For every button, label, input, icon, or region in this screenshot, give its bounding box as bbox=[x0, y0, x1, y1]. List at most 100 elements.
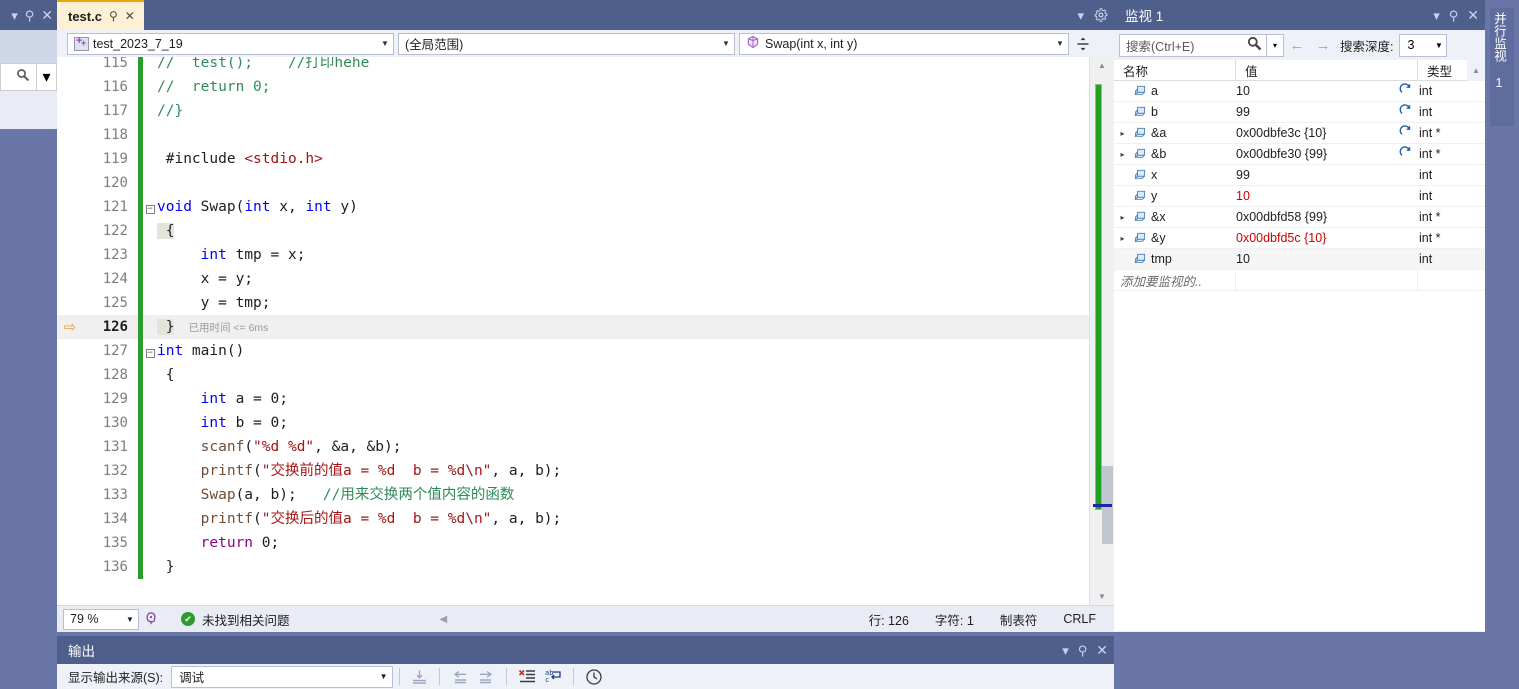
change-bar bbox=[138, 267, 143, 291]
code-line[interactable]: 128 { bbox=[57, 363, 1089, 387]
show-timestamps-button[interactable] bbox=[580, 666, 607, 688]
find-message-button[interactable] bbox=[406, 666, 433, 688]
watch-value-cell[interactable]: 99 bbox=[1236, 104, 1418, 120]
zoom-level-dropdown[interactable]: 79 % ▼ bbox=[63, 608, 139, 630]
refresh-icon[interactable] bbox=[1392, 146, 1418, 162]
watch-value-cell[interactable]: 0x00dbfd5c {10} bbox=[1236, 231, 1418, 245]
code-text-area[interactable]: 115 // test(); //打印hehe 116 // return 0; 117… bbox=[57, 57, 1114, 605]
pin-icon[interactable]: ⚲ bbox=[1078, 644, 1088, 657]
gear-icon[interactable] bbox=[1094, 8, 1108, 22]
tab-test-c[interactable]: test.c ⚲ ✕ bbox=[57, 0, 144, 30]
code-line[interactable]: 129 int a = 0; bbox=[57, 387, 1089, 411]
code-line[interactable]: 116 // return 0; bbox=[57, 75, 1089, 99]
expand-arrow-icon[interactable]: ▸ bbox=[1114, 129, 1131, 138]
code-line[interactable]: 125 y = tmp; bbox=[57, 291, 1089, 315]
fold-toggle-icon[interactable]: − bbox=[143, 345, 157, 358]
chevron-down-icon[interactable]: ▾ bbox=[1433, 9, 1440, 22]
watch-value-cell[interactable]: 0x00dbfd58 {99} bbox=[1236, 210, 1418, 224]
watch-row[interactable]: y 10 int bbox=[1114, 186, 1485, 207]
scroll-up-button[interactable]: ▲ bbox=[1090, 57, 1114, 74]
code-line[interactable]: 117 //} bbox=[57, 99, 1089, 123]
pin-icon[interactable]: ⚲ bbox=[1449, 9, 1459, 22]
watch-value-cell[interactable]: 0x00dbfe30 {99} bbox=[1236, 146, 1418, 162]
code-line[interactable]: 122 { bbox=[57, 219, 1089, 243]
pin-icon[interactable]: ⚲ bbox=[25, 9, 35, 22]
editor-vertical-scrollbar[interactable]: ▲ ▼ bbox=[1089, 57, 1114, 605]
column-header-type[interactable]: 类型 bbox=[1418, 60, 1467, 81]
issues-status[interactable]: ✔ 未找到相关问题 bbox=[181, 610, 290, 629]
column-header-name[interactable]: 名称 bbox=[1114, 59, 1236, 81]
close-icon[interactable]: ✕ bbox=[1096, 643, 1108, 657]
code-line[interactable]: 120 bbox=[57, 171, 1089, 195]
code-line[interactable]: 131 scanf("%d %d", &a, &b); bbox=[57, 435, 1089, 459]
output-source-dropdown[interactable]: 调试 ▼ bbox=[171, 665, 394, 688]
expand-arrow-icon[interactable]: ▸ bbox=[1114, 150, 1131, 159]
watch-name-cell: b bbox=[1114, 105, 1236, 119]
watch-add-row[interactable]: 添加要监视的.. bbox=[1114, 269, 1485, 291]
code-line[interactable]: 118 bbox=[57, 123, 1089, 147]
watch-row[interactable]: b 99 int bbox=[1114, 102, 1485, 123]
code-line[interactable]: 136 } bbox=[57, 555, 1089, 579]
watch-value-cell[interactable]: 10 bbox=[1236, 83, 1418, 99]
close-icon[interactable]: ✕ bbox=[41, 8, 53, 22]
refresh-icon[interactable] bbox=[1392, 125, 1418, 141]
pin-icon[interactable]: ⚲ bbox=[109, 9, 118, 23]
code-line[interactable]: 135 return 0; bbox=[57, 531, 1089, 555]
close-icon[interactable]: ✕ bbox=[1467, 8, 1479, 22]
expand-arrow-icon[interactable]: ▸ bbox=[1114, 213, 1131, 222]
code-line[interactable]: 127 − int main() bbox=[57, 339, 1089, 363]
close-icon[interactable]: ✕ bbox=[125, 9, 135, 23]
watch-row[interactable]: ▸ &a 0x00dbfe3c {10} int * bbox=[1114, 123, 1485, 144]
function-dropdown[interactable]: Swap(int x, int y) ▼ bbox=[739, 32, 1069, 55]
column-header-value[interactable]: 值 bbox=[1236, 59, 1418, 81]
code-line[interactable]: 132 printf("交换前的值a = %d b = %d\n", a, b)… bbox=[57, 459, 1089, 483]
toggle-word-wrap-button[interactable]: ab c bbox=[540, 666, 567, 688]
search-dropdown-icon[interactable]: ▾ bbox=[36, 64, 56, 90]
scroll-down-button[interactable]: ▼ bbox=[1090, 588, 1114, 605]
project-dropdown[interactable]: test_2023_7_19 ▼ bbox=[67, 32, 394, 55]
watch-row[interactable]: ▸ &b 0x00dbfe30 {99} int * bbox=[1114, 144, 1485, 165]
code-line[interactable]: ⇨ 126 } 已用时间 <= 6ms bbox=[57, 315, 1089, 339]
chevron-down-icon[interactable]: ▾ bbox=[1077, 9, 1084, 22]
code-line[interactable]: 130 int b = 0; bbox=[57, 411, 1089, 435]
scrollbar-track[interactable] bbox=[1090, 74, 1114, 588]
watch-value-cell[interactable]: 0x00dbfe3c {10} bbox=[1236, 125, 1418, 141]
split-view-button[interactable] bbox=[1073, 33, 1093, 55]
watch-value-cell[interactable]: 10 bbox=[1236, 189, 1418, 203]
search-previous-icon[interactable]: ← bbox=[1284, 37, 1310, 54]
code-line[interactable]: 115 // test(); //打印hehe bbox=[57, 57, 1089, 75]
watch-search-input[interactable]: 搜索(Ctrl+E) bbox=[1119, 33, 1267, 57]
refresh-icon[interactable] bbox=[1392, 104, 1418, 120]
chevron-down-icon[interactable]: ▾ bbox=[1062, 644, 1069, 657]
watch-row[interactable]: tmp 10 int bbox=[1114, 249, 1485, 270]
chevron-down-icon[interactable]: ▾ bbox=[11, 9, 18, 22]
intellicode-icon[interactable] bbox=[139, 610, 165, 629]
expand-arrow-icon[interactable]: ▸ bbox=[1114, 234, 1131, 243]
left-panel-search[interactable]: ▾ bbox=[0, 63, 57, 91]
code-line[interactable]: 121 − void Swap(int x, int y) bbox=[57, 195, 1089, 219]
scope-dropdown[interactable]: (全局范围) ▼ bbox=[398, 32, 735, 55]
refresh-icon[interactable] bbox=[1392, 83, 1418, 99]
code-line[interactable]: 134 printf("交换后的值a = %d b = %d\n", a, b)… bbox=[57, 507, 1089, 531]
watch-search-options-icon[interactable]: ▾ bbox=[1267, 33, 1284, 57]
watch-row[interactable]: ▸ &y 0x00dbfd5c {10} int * bbox=[1114, 228, 1485, 249]
code-line[interactable]: 119 #include <stdio.h> bbox=[57, 147, 1089, 171]
code-line-text: int tmp = x; bbox=[200, 247, 306, 263]
parallel-watch-side-tab[interactable]: 并行监视 1 bbox=[1485, 0, 1519, 632]
search-next-icon[interactable]: → bbox=[1310, 37, 1336, 54]
watch-value-cell[interactable]: 10 bbox=[1236, 252, 1418, 266]
fold-toggle-icon[interactable]: − bbox=[143, 201, 157, 214]
watch-row[interactable]: a 10 int bbox=[1114, 81, 1485, 102]
go-to-previous-message-button[interactable] bbox=[446, 666, 473, 688]
watch-value-cell[interactable]: 99 bbox=[1236, 168, 1418, 182]
search-depth-dropdown[interactable]: 3 ▼ bbox=[1399, 33, 1448, 57]
watch-scroll-up-button[interactable]: ▲ bbox=[1467, 59, 1485, 81]
code-line[interactable]: 124 x = y; bbox=[57, 267, 1089, 291]
go-to-next-message-button[interactable] bbox=[473, 666, 500, 688]
code-line[interactable]: 123 int tmp = x; bbox=[57, 243, 1089, 267]
status-nav-left-icon[interactable]: ◀ bbox=[440, 614, 448, 625]
watch-row[interactable]: ▸ &x 0x00dbfd58 {99} int * bbox=[1114, 207, 1485, 228]
watch-row[interactable]: x 99 int bbox=[1114, 165, 1485, 186]
clear-all-button[interactable] bbox=[513, 666, 540, 688]
code-line[interactable]: 133 Swap(a, b); //用来交换两个值内容的函数 bbox=[57, 483, 1089, 507]
